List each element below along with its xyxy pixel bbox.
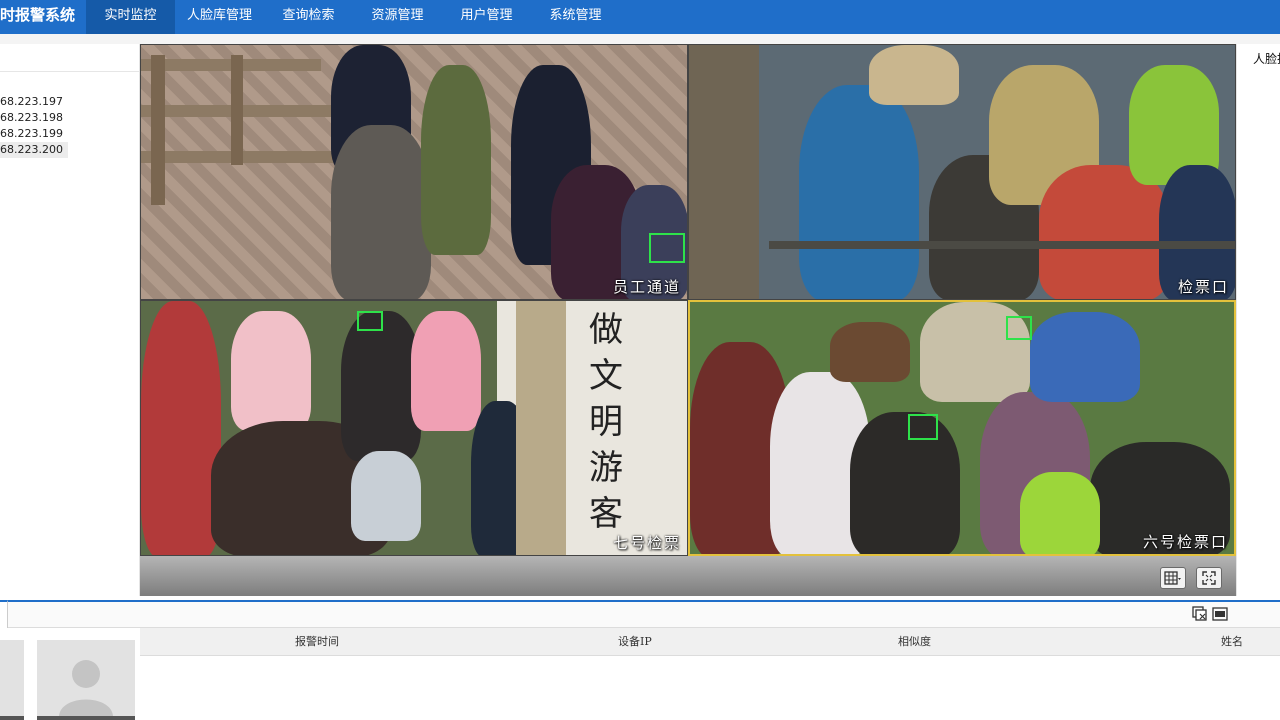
- person-figure: [850, 412, 960, 554]
- main-nav: 实时监控 人脸库管理 查询检索 资源管理 用户管理 系统管理: [86, 0, 620, 34]
- column-header-alarm-time: 报警时间: [295, 635, 339, 648]
- thumbnail-footer: [0, 716, 24, 720]
- nav-item-realtime-monitor[interactable]: 实时监控: [86, 0, 175, 34]
- alarm-thumbnail[interactable]: [37, 640, 135, 720]
- person-figure: [341, 311, 421, 461]
- camera-tile-2[interactable]: 检票口: [688, 44, 1236, 300]
- video-control-bar: [140, 556, 1236, 596]
- fullscreen-button[interactable]: [1196, 567, 1222, 589]
- backpack: [1020, 472, 1100, 554]
- railing: [769, 241, 1235, 249]
- face-capture-title: 人脸抓拍: [1253, 52, 1280, 66]
- face-scanner-device: [351, 451, 421, 541]
- person-figure: [421, 65, 491, 255]
- camera-tile-4-selected[interactable]: 六号检票口: [688, 300, 1236, 556]
- nav-item-user-management[interactable]: 用户管理: [442, 0, 531, 34]
- nav-item-resource-management[interactable]: 资源管理: [353, 0, 442, 34]
- nav-item-face-library[interactable]: 人脸库管理: [175, 0, 264, 34]
- camera-label: 员工通道: [612, 278, 681, 296]
- nav-item-query-search[interactable]: 查询检索: [264, 0, 353, 34]
- alarm-panel-header: [0, 600, 1280, 630]
- alarm-thumbnail-strip: [0, 628, 140, 720]
- device-ip-item-selected[interactable]: 68.223.200: [0, 142, 68, 158]
- fullscreen-icon: [1202, 571, 1216, 585]
- nav-divider: [0, 34, 1280, 44]
- person-figure: [411, 311, 481, 431]
- column-header-device-ip: 设备IP: [618, 635, 652, 648]
- column-header-similarity: 相似度: [898, 635, 931, 648]
- person-figure: [1039, 165, 1169, 299]
- nav-item-system-management[interactable]: 系统管理: [531, 0, 620, 34]
- tree-trunk: [689, 45, 759, 299]
- column-header-name: 姓名: [1221, 635, 1243, 648]
- fence-post: [151, 55, 165, 205]
- avatar-placeholder-icon: [59, 660, 113, 716]
- pillar: [516, 301, 566, 555]
- person-figure: [331, 125, 431, 299]
- hat-figure: [830, 322, 910, 382]
- alarm-table-header: 报警时间 设备IP 相似度 姓名: [140, 628, 1280, 656]
- fence-post: [231, 55, 243, 165]
- grid-layout-icon: [1164, 571, 1181, 585]
- face-capture-panel: 人脸抓拍: [1236, 44, 1280, 596]
- clear-alarms-button[interactable]: [1192, 606, 1208, 622]
- thumbnail-footer: [37, 716, 135, 720]
- face-detection-box: [908, 414, 938, 440]
- top-nav-bar: 时报警系统 实时监控 人脸库管理 查询检索 资源管理 用户管理 系统管理: [0, 0, 1280, 34]
- device-ip-list: 68.223.197 68.223.198 68.223.199 68.223.…: [0, 94, 68, 158]
- alarm-tab[interactable]: [0, 600, 8, 630]
- device-panel-header: [0, 44, 139, 72]
- person-figure: [141, 301, 221, 555]
- app-title: 时报警系统: [0, 6, 76, 24]
- video-grid: 员工通道 检票口 做文明游客 七号检票 六号检票口: [140, 44, 1236, 556]
- alarm-thumbnail[interactable]: [0, 640, 24, 720]
- hat-figure: [869, 45, 959, 105]
- alarm-table-body: [140, 656, 1280, 720]
- device-ip-item[interactable]: 68.223.198: [0, 110, 68, 126]
- camera-tile-3[interactable]: 做文明游客 七号检票: [140, 300, 688, 556]
- toggle-panel-button[interactable]: [1212, 606, 1228, 622]
- device-ip-item[interactable]: 68.223.199: [0, 126, 68, 142]
- person-figure: [231, 311, 311, 431]
- person-figure: [1030, 312, 1140, 402]
- person-figure: [799, 85, 919, 299]
- camera-label: 七号检票: [612, 534, 681, 552]
- device-ip-item[interactable]: 68.223.197: [0, 94, 68, 110]
- clear-icon: [1192, 606, 1207, 621]
- camera-label: 六号检票口: [1142, 533, 1228, 551]
- face-detection-box: [357, 311, 383, 331]
- signboard-text: 做文明游客: [589, 310, 623, 534]
- panel-icon: [1212, 607, 1228, 621]
- camera-tile-1[interactable]: 员工通道: [140, 44, 688, 300]
- grid-layout-button[interactable]: [1160, 567, 1186, 589]
- camera-label: 检票口: [1177, 278, 1229, 296]
- face-detection-box: [1006, 316, 1032, 340]
- device-panel: 68.223.197 68.223.198 68.223.199 68.223.…: [0, 44, 140, 596]
- face-detection-box: [649, 233, 685, 263]
